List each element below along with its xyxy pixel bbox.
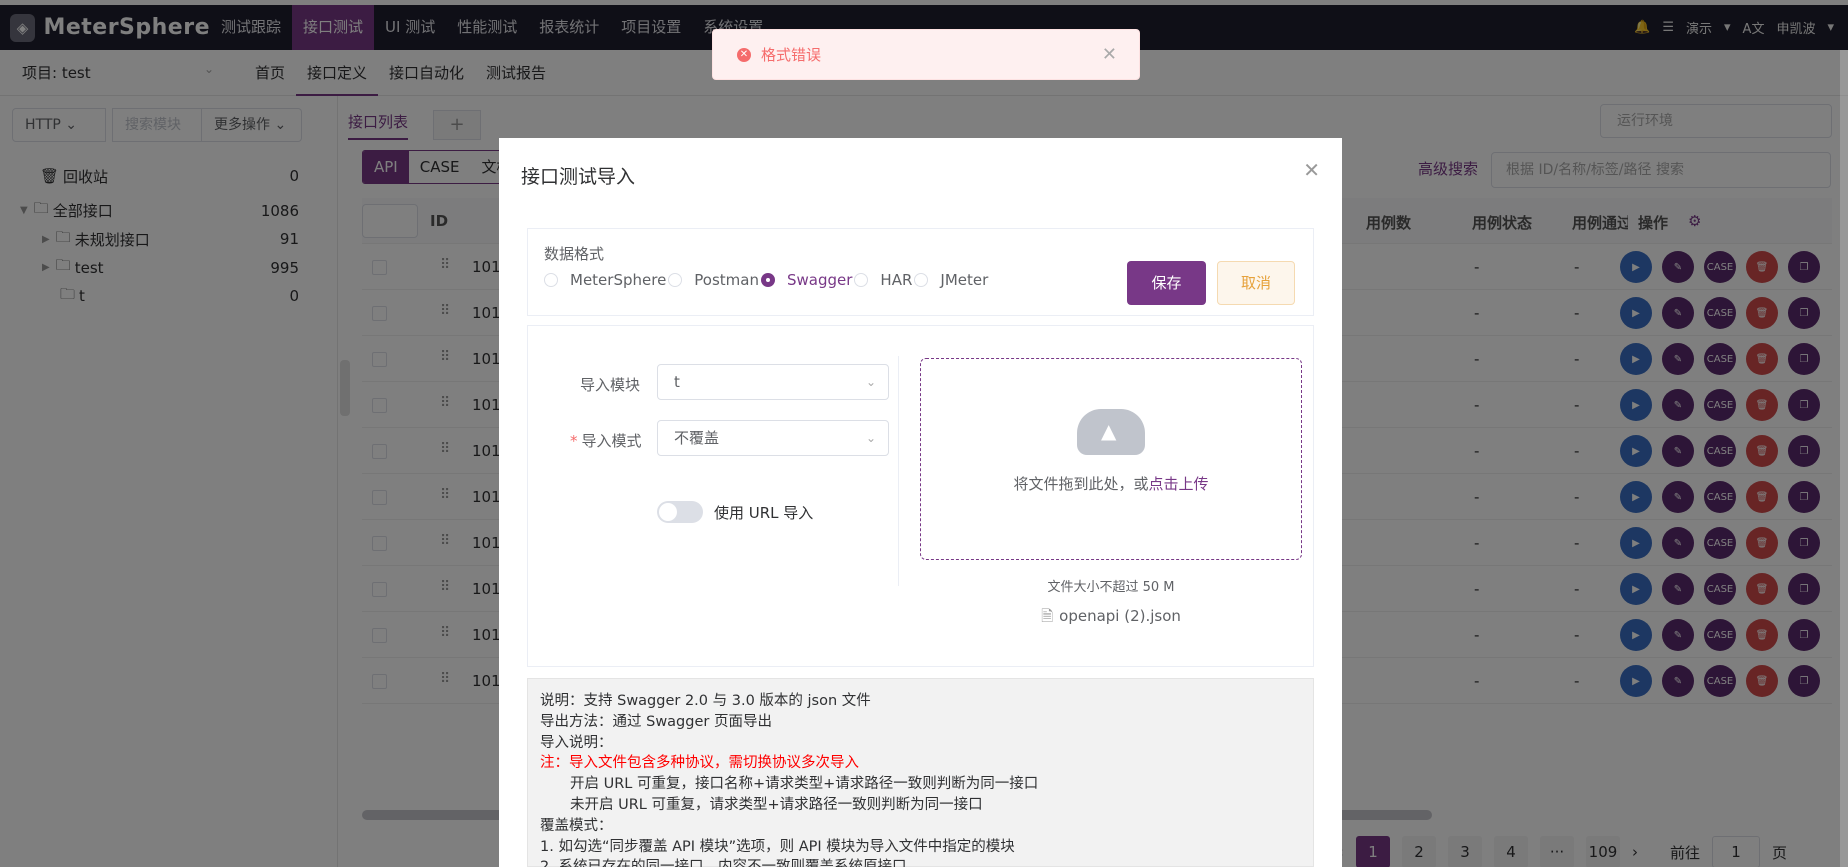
radio-label[interactable]: HAR: [880, 271, 912, 289]
mode-label-text: 导入模式: [581, 432, 642, 450]
radio-label[interactable]: Postman: [694, 271, 759, 289]
format-section: 数据格式 MeterSphere Postman Swagger HAR JMe…: [527, 228, 1314, 316]
required-mark: *: [570, 432, 578, 450]
uploaded-file[interactable]: 🗎 openapi (2).json: [920, 606, 1302, 631]
module-select[interactable]: t ⌄: [657, 364, 889, 400]
document-icon: 🗎: [1041, 607, 1054, 625]
import-dialog: 接口测试导入 ✕ 数据格式 MeterSphere Postman Swagge…: [499, 138, 1342, 867]
format-radio-group: MeterSphere Postman Swagger HAR JMeter: [544, 271, 988, 289]
note-line: 导出方法：通过 Swagger 页面导出: [540, 713, 772, 730]
radio-har[interactable]: [854, 273, 869, 287]
upload-cloud-icon: [1077, 409, 1145, 455]
mode-label: * 导入模式: [570, 430, 642, 451]
click-upload-link[interactable]: 点击上传: [1149, 475, 1209, 493]
note-line: 1. 如勾选“同步覆盖 API 模块”选项，则 API 模块为导入文件中指定的模…: [540, 838, 1015, 855]
cancel-button[interactable]: 取消: [1217, 261, 1295, 305]
error-toast: ✕ 格式错误 ✕: [712, 29, 1140, 80]
mode-value: 不覆盖: [674, 429, 720, 447]
file-upload-dropzone[interactable]: 将文件拖到此处，或点击上传: [920, 358, 1302, 560]
import-notes: 说明：支持 Swagger 2.0 与 3.0 版本的 json 文件 导出方法…: [527, 678, 1314, 867]
upload-text: 将文件拖到此处，或点击上传: [921, 473, 1301, 494]
module-label: 导入模块: [580, 376, 641, 394]
radio-postman[interactable]: [668, 273, 683, 287]
error-circle-icon: ✕: [737, 47, 751, 62]
close-icon[interactable]: ✕: [1303, 158, 1320, 182]
upload-hint: 将文件拖到此处，或: [1013, 475, 1149, 493]
url-import-toggle[interactable]: [657, 501, 703, 523]
note-line: 导入说明：: [540, 734, 613, 751]
format-label: 数据格式: [544, 245, 605, 263]
radio-jmeter[interactable]: [914, 273, 929, 287]
note-line: 2. 系统已存在的同一接口，内容不一致则覆盖系统原接口: [540, 857, 1301, 867]
page-scrollbar[interactable]: [1840, 50, 1848, 867]
radio-label[interactable]: JMeter: [940, 271, 988, 289]
url-import-label: 使用 URL 导入: [714, 504, 814, 522]
note-line: 覆盖模式：: [540, 817, 613, 834]
divider: [898, 356, 899, 586]
save-button[interactable]: 保存: [1127, 261, 1206, 305]
radio-swagger[interactable]: [761, 273, 775, 287]
note-line: 说明：支持 Swagger 2.0 与 3.0 版本的 json 文件: [540, 693, 871, 709]
radio-label[interactable]: Swagger: [787, 271, 852, 289]
radio-label[interactable]: MeterSphere: [570, 271, 666, 289]
module-value: t: [674, 373, 680, 391]
file-size-hint: 文件大小不超过 50 M: [1047, 580, 1175, 595]
note-line: 未开启 URL 可重复，请求类型+请求路径一致则判断为同一接口: [570, 796, 983, 813]
chevron-down-icon: ⌄: [865, 375, 876, 389]
toast-message: 格式错误: [761, 46, 822, 64]
note-warning: 注：导入文件包含多种协议，需切换协议多次导入: [540, 755, 859, 772]
import-form-section: 导入模块 t⌄ *导入模式 不覆盖⌄ 使用 URL 导入 将文件拖到此处，或点击…: [527, 325, 1314, 667]
file-name: openapi (2).json: [1059, 607, 1181, 625]
radio-metersphere[interactable]: [544, 273, 558, 287]
dialog-title: 接口测试导入: [521, 166, 636, 188]
close-icon[interactable]: ✕: [1102, 44, 1117, 65]
mode-select[interactable]: 不覆盖 ⌄: [657, 420, 889, 456]
note-line: 开启 URL 可重复，接口名称+请求类型+请求路径一致则判断为同一接口: [570, 776, 1039, 793]
chevron-down-icon: ⌄: [865, 431, 876, 445]
